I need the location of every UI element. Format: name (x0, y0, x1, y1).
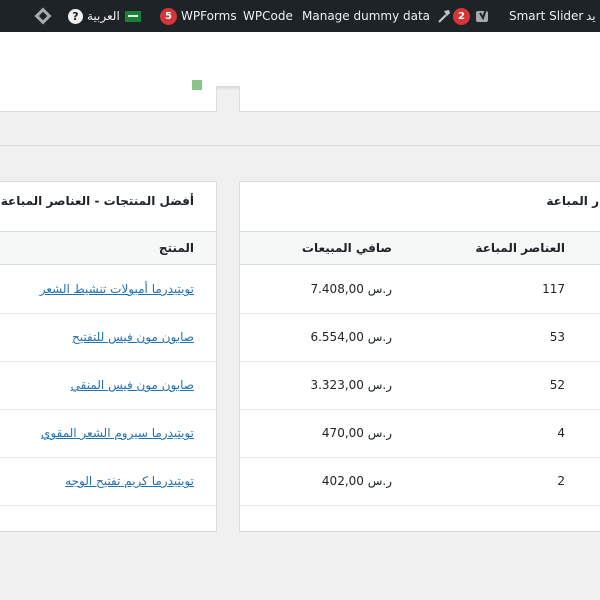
language-switcher[interactable]: العربية (87, 0, 141, 32)
section-divider (0, 145, 600, 146)
product-link[interactable]: تويتيدرما سيروم الشعر المقوي (41, 426, 194, 440)
net-sales-column-header[interactable]: صافي المبيعات (302, 241, 392, 255)
table-row: 2 402,00 ر.س (240, 458, 600, 506)
top-products-title: أفضل المنتجات - العناصر المباعة (0, 194, 194, 208)
table-row: 4 470,00 ر.س (240, 410, 600, 458)
net-sales-value: 6.554,00 ر.س (310, 330, 392, 344)
product-column-header[interactable]: المنتج (159, 241, 194, 255)
wpforms-count-badge: 5 (160, 7, 177, 25)
faded-card-right (239, 86, 600, 112)
admin-bar-clipped-item[interactable]: يد (586, 0, 596, 32)
yoast-count-badge: 2 (453, 7, 470, 25)
table-row: تويتيدرما كريم تفتيح الوجه (0, 458, 216, 506)
items-sold-value: 117 (542, 282, 565, 296)
table-row: تويتيدرما سيروم الشعر المقوي (0, 410, 216, 458)
top-products-panel: أفضل المنتجات - العناصر المباعة المنتج ت… (0, 181, 217, 532)
help-icon: ? (68, 8, 83, 24)
wpcode-label: WPCode (243, 9, 293, 23)
admin-bar: ? العربية 5 WPForms WPCode Manage dummy … (0, 0, 600, 32)
top-products-header: المنتج (0, 231, 216, 265)
top-white-band (0, 32, 600, 86)
product-link[interactable]: تويتيدرما كريم تفتيح الوجه (65, 474, 194, 488)
wpforms-menu[interactable]: 5 WPForms (160, 0, 237, 32)
items-sold-value: 4 (557, 426, 565, 440)
items-sold-value: 53 (549, 330, 565, 344)
items-sold-value: 52 (549, 378, 565, 392)
items-sold-panel: ر المباعة العناصر المباعة صافي المبيعات … (239, 181, 600, 532)
help-button[interactable]: ? (68, 0, 83, 32)
table-row: صابون مون فيس المنقي (0, 362, 216, 410)
manage-dummy-data-label: Manage dummy data (302, 9, 431, 23)
items-sold-column-header[interactable]: العناصر المباعة (475, 241, 565, 255)
table-row: 53 6.554,00 ر.س (240, 314, 600, 362)
clipped-label: يد (586, 9, 596, 23)
table-row: 52 3.323,00 ر.س (240, 362, 600, 410)
manage-dummy-data-menu[interactable]: Manage dummy data (302, 0, 452, 32)
smart-slider-label: Smart Slider (509, 9, 584, 23)
wpcode-menu[interactable]: WPCode (243, 0, 293, 32)
net-sales-value: 402,00 ر.س (321, 474, 392, 488)
language-label: العربية (87, 9, 120, 23)
product-link[interactable]: تويتيدرما أمبولات تنشيط الشعر (40, 282, 194, 296)
yoast-menu[interactable]: 2 (453, 0, 491, 32)
smart-slider-menu[interactable]: Smart Slider (509, 0, 583, 32)
faded-card-left (0, 80, 217, 112)
net-sales-value: 470,00 ر.س (321, 426, 392, 440)
faded-green-square (192, 80, 202, 90)
product-link[interactable]: صابون مون فيس للتفتيح (72, 330, 194, 344)
wordpress-diamond-icon[interactable] (33, 0, 53, 32)
items-sold-header: العناصر المباعة صافي المبيعات (240, 231, 600, 265)
table-row: صابون مون فيس للتفتيح (0, 314, 216, 362)
flag-icon (124, 10, 141, 22)
wpforms-label: WPForms (181, 9, 237, 23)
yoast-icon (476, 8, 488, 22)
product-link[interactable]: صابون مون فيس المنقي (71, 378, 194, 392)
table-row: 117 7.408,00 ر.س (240, 266, 600, 314)
items-sold-title: ر المباعة (546, 194, 599, 208)
table-row: تويتيدرما أمبولات تنشيط الشعر (0, 266, 216, 314)
hammer-icon (438, 10, 451, 23)
net-sales-value: 7.408,00 ر.س (310, 282, 392, 296)
items-sold-value: 2 (557, 474, 565, 488)
net-sales-value: 3.323,00 ر.س (310, 378, 392, 392)
